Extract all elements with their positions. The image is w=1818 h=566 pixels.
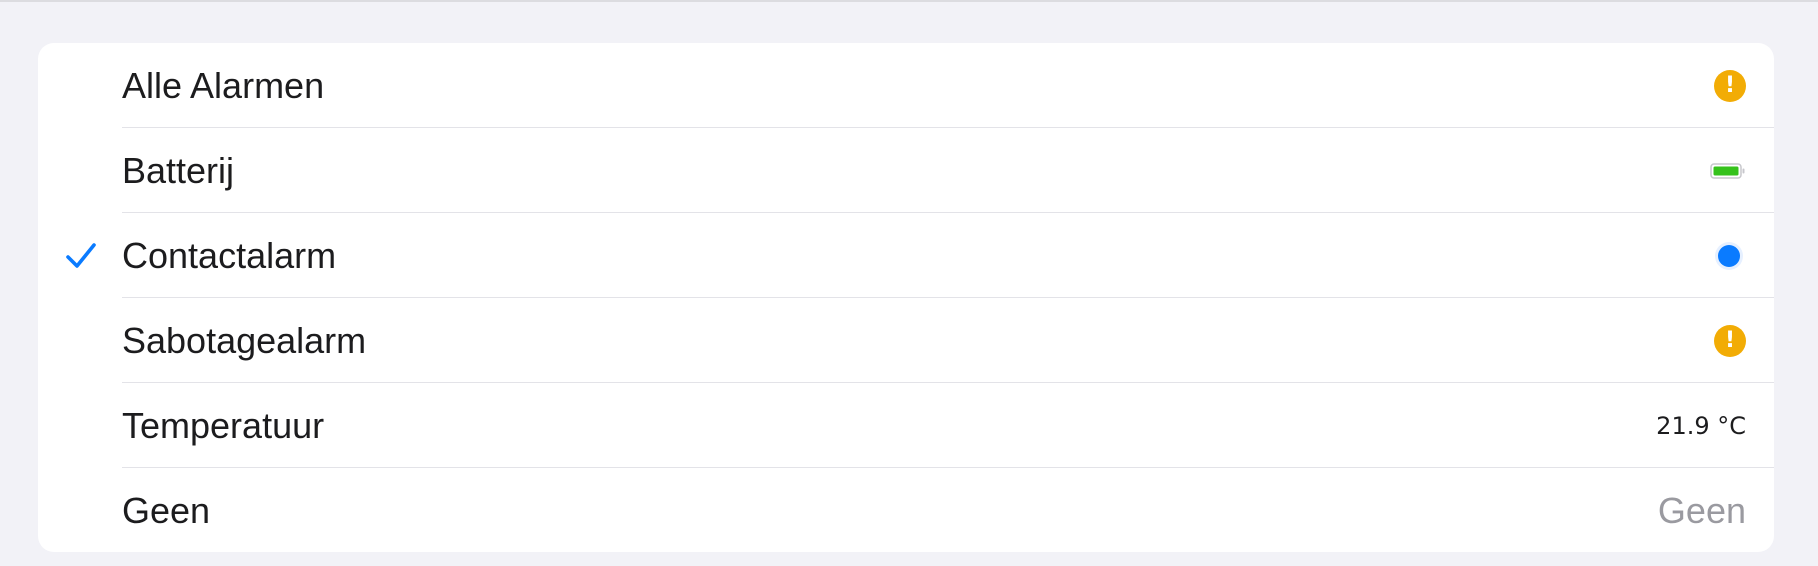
list-item-contactalarm[interactable]: Contactalarm [38, 213, 1774, 298]
top-divider [0, 0, 1818, 2]
list-item-sabotagealarm[interactable]: Sabotagealarm ! [38, 298, 1774, 383]
list-item-temperatuur[interactable]: Temperatuur 21.9 °C [38, 383, 1774, 468]
list-item-label: Alle Alarmen [122, 65, 325, 106]
temperature-value: 21.9 °C [1656, 411, 1746, 440]
list-item-label: Sabotagealarm [122, 320, 367, 361]
checkmark-icon [66, 243, 96, 268]
list-item-label: Contactalarm [122, 235, 337, 276]
list-item-geen[interactable]: Geen Geen [38, 468, 1774, 552]
list-item-batterij[interactable]: Batterij [38, 128, 1774, 213]
none-value: Geen [1657, 489, 1746, 531]
list-item-label: Geen [122, 490, 211, 531]
warning-icon: ! [1714, 69, 1746, 102]
battery-icon [1710, 162, 1745, 179]
alarm-filter-list: Alle Alarmen ! Batterij Contactalarm Sab… [38, 43, 1774, 552]
blue-dot-icon [1718, 244, 1740, 267]
list-item-label: Batterij [122, 150, 235, 191]
list-item-label: Temperatuur [122, 405, 325, 446]
warning-icon: ! [1714, 324, 1746, 357]
list-item-alle-alarmen[interactable]: Alle Alarmen ! [38, 43, 1774, 128]
